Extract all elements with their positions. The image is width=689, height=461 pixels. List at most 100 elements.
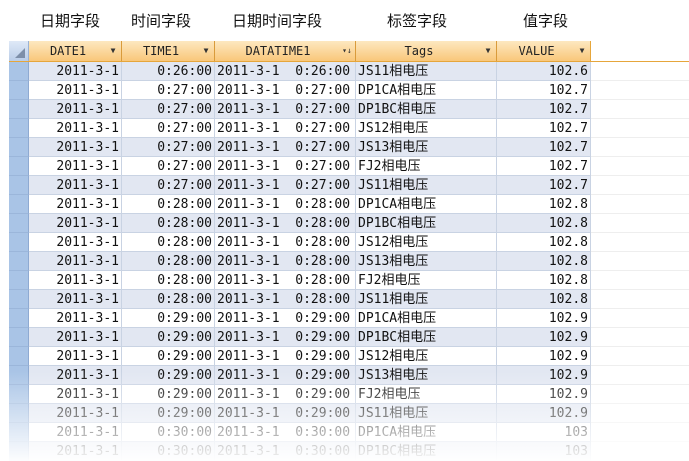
- table-cell-time1[interactable]: 0:29:00: [122, 328, 215, 347]
- table-cell-date1[interactable]: 2011-3-1: [29, 157, 122, 176]
- table-row[interactable]: 2011-3-1 0:30:00 2011-3-1 0:30:00 DP1CA相电压 1…: [9, 423, 689, 442]
- table-cell-tags[interactable]: DP1BC相电压: [356, 100, 497, 119]
- table-cell-datatime1[interactable]: 2011-3-1 0:28:00: [215, 233, 356, 252]
- record-selector[interactable]: [9, 290, 29, 309]
- record-selector[interactable]: [9, 309, 29, 328]
- table-cell-datatime1[interactable]: 2011-3-1 0:28:00: [215, 271, 356, 290]
- table-cell-datatime1[interactable]: 2011-3-1 0:28:00: [215, 195, 356, 214]
- table-cell-tags[interactable]: JS11相电压: [356, 62, 497, 81]
- column-header-tags[interactable]: Tags ▼: [356, 41, 497, 61]
- table-cell-value[interactable]: 102.7: [497, 138, 591, 157]
- table-row[interactable]: 2011-3-1 0:28:00 2011-3-1 0:28:00 DP1CA相电压 1…: [9, 195, 689, 214]
- sort-filter-icon[interactable]: ▾↓: [341, 44, 353, 57]
- table-cell-time1[interactable]: 0:29:00: [122, 347, 215, 366]
- table-cell-value[interactable]: 102.8: [497, 233, 591, 252]
- record-selector[interactable]: [9, 214, 29, 233]
- column-header-date1[interactable]: DATE1 ▼: [29, 41, 122, 61]
- record-selector[interactable]: [9, 233, 29, 252]
- table-cell-tags[interactable]: FJ2相电压: [356, 271, 497, 290]
- table-cell-tags[interactable]: JS13相电压: [356, 252, 497, 271]
- table-cell-tags[interactable]: JS13相电压: [356, 366, 497, 385]
- table-cell-tags[interactable]: JS12相电压: [356, 347, 497, 366]
- record-selector[interactable]: [9, 328, 29, 347]
- table-row[interactable]: 2011-3-1 0:29:00 2011-3-1 0:29:00 JS11相电压 10…: [9, 404, 689, 423]
- table-cell-value[interactable]: 102.7: [497, 100, 591, 119]
- table-row[interactable]: 2011-3-1 0:28:00 2011-3-1 0:28:00 JS11相电压 10…: [9, 290, 689, 309]
- record-selector[interactable]: [9, 157, 29, 176]
- table-cell-time1[interactable]: 0:28:00: [122, 195, 215, 214]
- table-cell-time1[interactable]: 0:29:00: [122, 309, 215, 328]
- table-cell-time1[interactable]: 0:28:00: [122, 271, 215, 290]
- dropdown-arrow-icon[interactable]: ▼: [107, 44, 119, 57]
- table-cell-date1[interactable]: 2011-3-1: [29, 62, 122, 81]
- table-cell-time1[interactable]: 0:30:00: [122, 423, 215, 442]
- table-row[interactable]: 2011-3-1 0:28:00 2011-3-1 0:28:00 JS13相电压 10…: [9, 252, 689, 271]
- table-row[interactable]: 2011-3-1 0:27:00 2011-3-1 0:27:00 JS13相电压 10…: [9, 138, 689, 157]
- record-selector[interactable]: [9, 252, 29, 271]
- column-header-time1[interactable]: TIME1 ▼: [122, 41, 215, 61]
- table-cell-datatime1[interactable]: 2011-3-1 0:28:00: [215, 252, 356, 271]
- table-cell-value[interactable]: 102.8: [497, 290, 591, 309]
- table-row[interactable]: 2011-3-1 0:28:00 2011-3-1 0:28:00 JS12相电压 10…: [9, 233, 689, 252]
- table-cell-time1[interactable]: 0:27:00: [122, 100, 215, 119]
- table-row[interactable]: 2011-3-1 0:27:00 2011-3-1 0:27:00 JS12相电压 10…: [9, 119, 689, 138]
- table-cell-datatime1[interactable]: 2011-3-1 0:28:00: [215, 290, 356, 309]
- table-cell-value[interactable]: 102.9: [497, 404, 591, 423]
- table-row[interactable]: 2011-3-1 0:29:00 2011-3-1 0:29:00 FJ2相电压 102…: [9, 385, 689, 404]
- table-cell-value[interactable]: 102.7: [497, 119, 591, 138]
- table-cell-date1[interactable]: 2011-3-1: [29, 328, 122, 347]
- table-cell-date1[interactable]: 2011-3-1: [29, 233, 122, 252]
- table-cell-date1[interactable]: 2011-3-1: [29, 347, 122, 366]
- table-cell-date1[interactable]: 2011-3-1: [29, 423, 122, 442]
- record-selector[interactable]: [9, 385, 29, 404]
- table-cell-value[interactable]: 102.9: [497, 309, 591, 328]
- record-selector[interactable]: [9, 62, 29, 81]
- table-cell-datatime1[interactable]: 2011-3-1 0:29:00: [215, 347, 356, 366]
- table-cell-tags[interactable]: FJ2相电压: [356, 385, 497, 404]
- table-row[interactable]: 2011-3-1 0:27:00 2011-3-1 0:27:00 DP1BC相电压 1…: [9, 100, 689, 119]
- table-cell-tags[interactable]: JS12相电压: [356, 233, 497, 252]
- record-selector[interactable]: [9, 138, 29, 157]
- table-cell-value[interactable]: 103: [497, 442, 591, 461]
- table-cell-value[interactable]: 102.7: [497, 81, 591, 100]
- dropdown-arrow-icon[interactable]: ▼: [482, 44, 494, 57]
- table-cell-time1[interactable]: 0:28:00: [122, 233, 215, 252]
- select-all-button[interactable]: [9, 41, 29, 61]
- table-cell-tags[interactable]: DP1CA相电压: [356, 309, 497, 328]
- table-cell-datatime1[interactable]: 2011-3-1 0:29:00: [215, 328, 356, 347]
- table-row[interactable]: 2011-3-1 0:29:00 2011-3-1 0:29:00 DP1CA相电压 1…: [9, 309, 689, 328]
- table-cell-datatime1[interactable]: 2011-3-1 0:30:00: [215, 442, 356, 461]
- table-cell-datatime1[interactable]: 2011-3-1 0:30:00: [215, 423, 356, 442]
- table-cell-date1[interactable]: 2011-3-1: [29, 214, 122, 233]
- table-cell-datatime1[interactable]: 2011-3-1 0:26:00: [215, 62, 356, 81]
- table-cell-datatime1[interactable]: 2011-3-1 0:27:00: [215, 157, 356, 176]
- table-cell-date1[interactable]: 2011-3-1: [29, 309, 122, 328]
- table-cell-value[interactable]: 102.6: [497, 62, 591, 81]
- column-header-datatime1[interactable]: DATATIME1 ▾↓: [215, 41, 356, 61]
- table-cell-time1[interactable]: 0:26:00: [122, 62, 215, 81]
- table-cell-value[interactable]: 102.9: [497, 347, 591, 366]
- table-cell-time1[interactable]: 0:27:00: [122, 81, 215, 100]
- table-cell-value[interactable]: 102.9: [497, 328, 591, 347]
- table-row[interactable]: 2011-3-1 0:27:00 2011-3-1 0:27:00 FJ2相电压 102…: [9, 157, 689, 176]
- table-cell-datatime1[interactable]: 2011-3-1 0:27:00: [215, 100, 356, 119]
- table-cell-datatime1[interactable]: 2011-3-1 0:29:00: [215, 385, 356, 404]
- table-cell-date1[interactable]: 2011-3-1: [29, 271, 122, 290]
- table-cell-date1[interactable]: 2011-3-1: [29, 100, 122, 119]
- dropdown-arrow-icon[interactable]: ▼: [576, 44, 588, 57]
- table-cell-date1[interactable]: 2011-3-1: [29, 81, 122, 100]
- record-selector[interactable]: [9, 100, 29, 119]
- table-cell-time1[interactable]: 0:29:00: [122, 404, 215, 423]
- record-selector[interactable]: [9, 81, 29, 100]
- table-cell-tags[interactable]: DP1BC相电压: [356, 328, 497, 347]
- table-cell-datatime1[interactable]: 2011-3-1 0:27:00: [215, 138, 356, 157]
- record-selector[interactable]: [9, 347, 29, 366]
- datasheet-view[interactable]: DATE1 ▼ TIME1 ▼ DATATIME1 ▾↓ Tags ▼ VALU…: [9, 41, 689, 461]
- table-cell-tags[interactable]: JS11相电压: [356, 290, 497, 309]
- table-cell-value[interactable]: 102.9: [497, 366, 591, 385]
- table-row[interactable]: 2011-3-1 0:29:00 2011-3-1 0:29:00 JS12相电压 10…: [9, 347, 689, 366]
- table-cell-date1[interactable]: 2011-3-1: [29, 366, 122, 385]
- table-cell-time1[interactable]: 0:27:00: [122, 157, 215, 176]
- record-selector[interactable]: [9, 442, 29, 461]
- table-cell-tags[interactable]: DP1CA相电压: [356, 423, 497, 442]
